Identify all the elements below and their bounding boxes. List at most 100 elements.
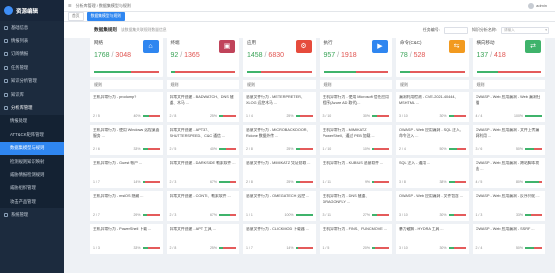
rule-title: 异常文件创建 - APT37、SHUTTERSPEED、C&C 通信 ... xyxy=(169,128,225,138)
rule-count: 3 / 10 xyxy=(399,114,408,118)
rule-count: 2 / 5 xyxy=(169,147,177,151)
rule-count: 2 / 8 xyxy=(246,180,253,184)
sidebar-item[interactable]: 攻击产品管理 xyxy=(0,195,64,209)
rule-progress-bar xyxy=(525,247,542,249)
rule-card[interactable]: OWASP - Web 应用漏洞 - 文件上传漏洞利用 ... 3 / 6 50% xyxy=(472,125,545,155)
stat-card[interactable]: 命令(C&C) 78 / 528 ⇆ xyxy=(396,37,469,77)
sidebar-item[interactable]: 数据集模型与规则 xyxy=(0,141,64,155)
rule-card[interactable]: 恶意文件行为 - MIMIKATZ 凭证窃取 ... 2 / 8 25% xyxy=(243,158,316,188)
rule-card[interactable]: 恶意文件行为 - OMEGATECH 远控 ... 1 / 1 100% xyxy=(243,191,316,221)
sidebar-item[interactable]: ATT&CK矩阵管理 xyxy=(0,128,64,142)
app-title: 资源编辑 xyxy=(16,8,39,15)
stat-card[interactable]: 终端 92 / 1365 ▣ xyxy=(166,37,239,77)
sidebar-item[interactable]: 检测规则知识映射 xyxy=(0,154,64,169)
sidebar-item[interactable]: 知识库 xyxy=(0,88,64,101)
rule-title: 漏洞利用检测 - CVE-2021-40444、MSHTML ... xyxy=(399,95,459,105)
sidebar-item[interactable]: 知识分析管理 xyxy=(0,75,64,88)
rule-count: 1 / 7 xyxy=(246,246,253,250)
rule-percent: 50% xyxy=(515,246,523,250)
rule-card[interactable]: 主机异常行为 - prodump? 2 / 5 40% xyxy=(90,92,163,122)
sidebar-item[interactable]: 分析库管理 xyxy=(0,101,64,114)
rule-card[interactable]: OWASP - Web 应用漏洞 - 反序列化 ... 1 / 3 33% xyxy=(472,191,545,221)
rule-card[interactable]: 恶意文件行为 - CLICKMOD 下载器 ... 1 / 7 14% xyxy=(243,224,316,254)
rule-progress-bar xyxy=(219,115,236,117)
tab-home[interactable]: 首页 xyxy=(68,12,84,21)
rule-title: 主机异常行为 - msiOS 隐藏 ... xyxy=(93,194,144,198)
rule-card[interactable]: OWASP - Web 应用漏洞 - 跨站脚本攻击 ... 4 / 5 80% xyxy=(472,158,545,188)
name-select[interactable]: 请输入 xyxy=(501,26,549,34)
rule-card[interactable]: OWASP - Web 应用漏洞 - SSRF ... 2 / 4 50% xyxy=(472,224,545,254)
stat-card[interactable]: 应用 1458 / 6830 ⚙ xyxy=(243,37,316,77)
rule-progress-fill xyxy=(295,247,298,249)
rule-progress-fill xyxy=(295,181,300,183)
sidebar-item[interactable]: 威胁情报检测规则 xyxy=(0,168,64,182)
stat-total: 1918 xyxy=(341,52,357,59)
rule-progress-bar xyxy=(372,148,389,150)
rule-card[interactable]: 主机异常行为 - 使用 Windows 远程桌面服务 ... 2 / 6 33% xyxy=(90,125,163,155)
sidebar-item[interactable]: 基础信息 xyxy=(0,21,64,34)
card-header: 规则 xyxy=(472,80,545,89)
rule-card[interactable]: 主机异常行为 - PowerShell 下载 ... 1 / 3 33% xyxy=(90,224,163,254)
sidebar-item[interactable]: 情报列表 xyxy=(0,34,64,47)
rule-count: 4 / 5 xyxy=(475,180,483,184)
stat-card[interactable]: 执行 957 / 1918 ▶ xyxy=(319,37,392,77)
rule-card[interactable]: OWASP - Web 应用漏洞 - SQL 注入、命令注入 ... 2 / 4 5… xyxy=(396,125,469,155)
rule-percent: 14% xyxy=(286,246,294,250)
sidebar-item[interactable]: 任务管理 xyxy=(0,61,64,74)
stat-progress-bar xyxy=(323,71,388,73)
rule-progress-bar xyxy=(142,148,160,150)
rule-title: OWASP - Web 应用漏洞 - 反序列化 ... xyxy=(475,194,540,198)
rule-card[interactable]: 异常文件创建 - APT 工具 ... 2 / 8 25% xyxy=(166,224,239,254)
stat-total: 3048 xyxy=(115,52,131,59)
sidebar-item-label: 威胁组织管理 xyxy=(10,185,36,191)
rule-card[interactable]: 恶意文件行为 - MICROBACKDOOR、Rclone 数据外传 ... 2 … xyxy=(243,125,316,155)
rule-card[interactable]: 主机异常行为 - DNS 隧道、DRAGONFLY ... 3 / 11 27% xyxy=(319,191,392,221)
rule-card[interactable]: OWASP - Web 应用漏洞 - 文件包含 ... 3 / 10 30% xyxy=(396,191,469,221)
stat-progress-fill xyxy=(170,71,175,73)
rule-card[interactable]: 暴力破解 - HYDRA 工具 ... 3 / 10 30% xyxy=(396,224,469,254)
stat-values: 92 / 1365 xyxy=(171,52,200,59)
rule-title: OWASP - Web 应用漏洞 - 文件包含 ... xyxy=(399,194,464,198)
stat-values: 1458 / 6830 xyxy=(247,52,284,59)
rule-card[interactable]: 主机异常行为 - msiOS 隐藏 ... 2 / 7 29% xyxy=(90,191,163,221)
tab-current[interactable]: 数据集模型与规则 xyxy=(86,12,125,21)
rule-card[interactable]: 异常文件创建 - APT37、SHUTTERSPEED、C&C 通信 ... 2 … xyxy=(166,125,239,155)
rule-title: OWASP - Web 应用漏洞 - 文件上传漏洞利用 ... xyxy=(475,128,540,138)
rule-card[interactable]: SQL 注入 - 通用 ... 3 / 8 38% xyxy=(396,158,469,188)
rule-card[interactable]: 主机异常行为 - FINS、FUNCMOVE ... 1 / 5 20% xyxy=(319,224,392,254)
rule-count: 2 / 8 xyxy=(169,114,177,118)
rule-card[interactable]: 主机异常行为 - 使用 Microsoft 信任应用程序(Azure AD 取代… xyxy=(319,92,392,122)
task-input[interactable] xyxy=(443,26,468,34)
rule-card[interactable]: 恶意文件行为 - METERPRETER、XLOG 远控木马 ... 1 / 4 2… xyxy=(243,92,316,122)
sidebar-item[interactable]: 系统管理 xyxy=(0,208,64,221)
rule-card[interactable]: OWASP - Web 应用漏洞 - Web 漏洞扫描 4 / 4 100% xyxy=(472,92,545,122)
user-menu[interactable]: admin xyxy=(528,2,555,9)
rule-title: 主机异常行为 - Guest 帐户 ... xyxy=(93,161,143,165)
rule-card[interactable]: 异常文件创建 - BADWATCH、DNS 隧道、木马 ... 2 / 8 25% xyxy=(166,92,239,122)
rule-percent: 25% xyxy=(209,246,217,250)
rule-card[interactable]: 漏洞利用检测 - CVE-2021-40444、MSHTML ... 3 / 10… xyxy=(396,92,469,122)
rule-card[interactable]: 异常文件创建 - DARKSIDE 勒索软件 ... 2 / 3 67% xyxy=(166,158,239,188)
page-title: 数据集规则 xyxy=(94,27,117,32)
stat-values: 1768 / 3048 xyxy=(94,52,131,59)
stat-card[interactable]: 横向移动 137 / 418 ⇄ xyxy=(472,37,545,77)
rule-progress-fill xyxy=(219,247,224,249)
rule-card[interactable]: 异常文件创建 - CONTI、勒索软件 ... 2 / 3 67% xyxy=(166,191,239,221)
rule-progress-fill xyxy=(372,247,376,249)
rule-card[interactable]: 主机异常行为 - MIMIKATZ PowerShell、通过 PEB 加载 .… xyxy=(319,125,392,155)
rule-progress-fill xyxy=(448,214,454,216)
menu-toggle-icon[interactable]: ☰ xyxy=(68,3,72,8)
rule-percent: 30% xyxy=(439,246,447,250)
rule-progress-bar xyxy=(219,148,236,150)
rule-progress-bar xyxy=(219,181,236,183)
sidebar-item[interactable]: 威胁组织管理 xyxy=(0,181,64,196)
rule-card[interactable]: 主机异常行为 - Guest 帐户 ... 1 / 7 14% xyxy=(90,158,163,188)
rule-card[interactable]: 主机异常行为 - KUBIUS 恶意软件 ... 1 / 11 9% xyxy=(319,158,392,188)
rule-progress-bar xyxy=(295,115,313,117)
sidebar-item[interactable]: 订阅情报 xyxy=(0,48,64,61)
sidebar-item-label: 情报处理 xyxy=(10,118,28,124)
sidebar-item[interactable]: 情报处理 xyxy=(0,114,64,129)
rule-percent: 38% xyxy=(439,180,447,184)
rule-count: 3 / 6 xyxy=(475,147,483,151)
stat-card[interactable]: 网络 1768 / 3048 ⌂ xyxy=(90,37,163,77)
